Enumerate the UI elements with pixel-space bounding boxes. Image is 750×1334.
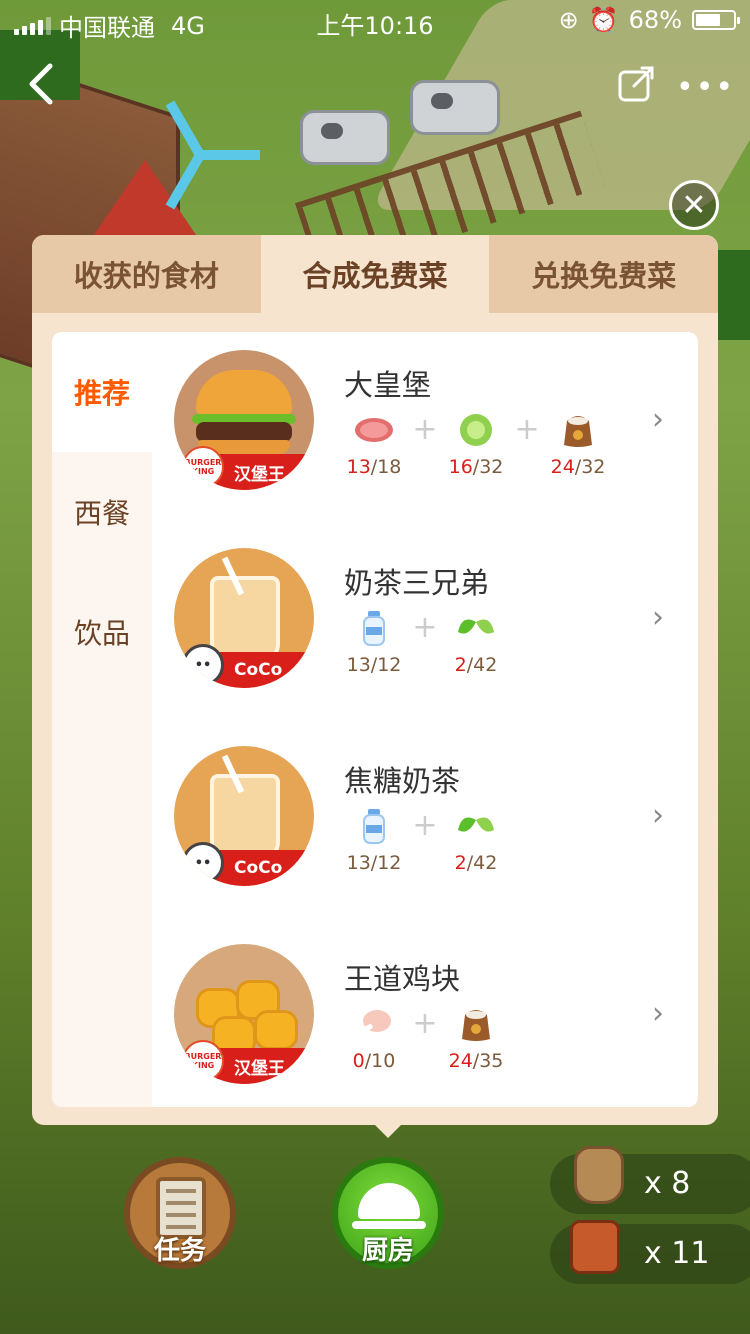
ingredient-count: 0/10 [352,1050,396,1072]
kitchen-label: 厨房 [361,1236,414,1266]
cloche-base [352,1221,426,1229]
battery-icon [692,10,740,30]
plus-icon: + [514,412,540,447]
category-drinks[interactable]: 饮品 [52,572,152,692]
back-icon[interactable] [26,62,66,106]
cloche-icon [358,1183,420,1219]
dish-item[interactable]: 汉堡王 BURGER KING 王道鸡块 0/10 + 24/35 › [152,926,698,1107]
orientation-lock-icon: ⊕ [558,6,579,34]
burger-king-logo: BURGER KING [182,1040,224,1082]
tab-redeem-free-dishes[interactable]: 兑换免费菜 [489,235,719,313]
flour-sack-icon [556,410,600,450]
dish-image-milk-tea: CoCo •• [174,548,314,688]
tab-bar: 收获的食材 合成免费菜 兑换免费菜 [32,235,719,313]
share-icon[interactable] [616,64,656,104]
more-icon[interactable]: ••• [676,70,735,105]
plus-icon: + [412,808,438,843]
battery-percent: 68% [628,6,682,34]
category-western[interactable]: 西餐 [52,452,152,572]
tea-leaf-icon [454,806,498,846]
chevron-right-icon: › [652,600,664,635]
dish-list: 汉堡王 BURGER KING 大皇堡 13/18 + 16/32 + 24/3… [152,332,698,1107]
category-sidebar: 推荐 西餐 饮品 [52,332,152,1107]
background-cow [300,110,390,165]
milk-bottle-icon [352,806,396,846]
ingredient-count: 2/42 [454,654,498,676]
background-windmill [150,100,260,210]
ingredient-count: 13/18 [346,456,402,478]
task-button[interactable]: 任务 [124,1157,236,1269]
lettuce-icon [454,410,498,450]
recipe-content: 推荐 西餐 饮品 汉堡王 BURGER KING 大皇堡 13/18 + 16/… [52,332,698,1107]
grain-resource[interactable]: x 8 [550,1146,750,1214]
chevron-right-icon: › [652,996,664,1031]
close-icon[interactable]: ✕ [669,180,719,230]
status-bar: 中国联通 4G 上午10:16 ⊕ ⏰ 68% [0,0,750,42]
ingredient-list: 0/10 + 24/35 [344,1004,506,1072]
dish-item[interactable]: CoCo •• 奶茶三兄弟 13/12 + 2/42 › [152,530,698,728]
plus-icon: + [412,610,438,645]
water-resource[interactable]: x 11 [550,1220,750,1284]
dish-name: 焦糖奶茶 [344,764,461,798]
ingredient-count: 13/12 [346,654,402,676]
ingredient-count: 13/12 [346,852,402,874]
panel-pointer [372,1122,404,1138]
coco-logo-icon: •• [182,644,224,686]
water-count: x 11 [644,1236,710,1271]
recipe-panel: 收获的食材 合成免费菜 兑换免费菜 推荐 西餐 饮品 汉堡王 BURGER KI… [32,235,719,1125]
ingredient-list: 13/12 + 2/42 [344,608,506,676]
ingredient-count: 2/42 [454,852,498,874]
kitchen-button[interactable]: 厨房 [332,1157,444,1269]
chicken-leg-icon [352,1004,396,1044]
burger-king-logo: BURGER KING [182,446,224,488]
coco-logo-icon: •• [182,842,224,884]
plus-icon: + [412,1006,438,1041]
dish-item[interactable]: 汉堡王 BURGER KING 大皇堡 13/18 + 16/32 + 24/3… [152,332,698,530]
dish-name: 大皇堡 [344,368,432,402]
tab-combine-free-dishes[interactable]: 合成免费菜 [260,235,490,313]
milk-bottle-icon [352,608,396,648]
ingredient-count: 24/35 [448,1050,504,1072]
dish-image-nuggets: 汉堡王 BURGER KING [174,944,314,1084]
ingredient-list: 13/18 + 16/32 + 24/32 [344,410,608,478]
dish-name: 奶茶三兄弟 [344,566,490,600]
ingredient-list: 13/12 + 2/42 [344,806,506,874]
ingredient-count: 24/32 [550,456,606,478]
flour-sack-icon [454,1004,498,1044]
chevron-right-icon: › [652,402,664,437]
tab-harvested-ingredients[interactable]: 收获的食材 [32,235,261,313]
background-cow [410,80,500,135]
meat-icon [352,410,396,450]
category-recommended[interactable]: 推荐 [52,332,152,452]
ingredient-count: 16/32 [448,456,504,478]
dish-name: 王道鸡块 [344,962,461,996]
plus-icon: + [412,412,438,447]
chevron-right-icon: › [652,798,664,833]
task-label: 任务 [153,1236,206,1266]
tea-leaf-icon [454,608,498,648]
alarm-icon: ⏰ [588,6,619,34]
dish-item[interactable]: CoCo •• 焦糖奶茶 13/12 + 2/42 › [152,728,698,926]
dish-image-caramel-milk-tea: CoCo •• [174,746,314,886]
grain-sack-icon [574,1146,624,1204]
grain-count: x 8 [644,1166,691,1201]
watering-can-icon [570,1220,620,1274]
dish-image-burger: 汉堡王 BURGER KING [174,350,314,490]
